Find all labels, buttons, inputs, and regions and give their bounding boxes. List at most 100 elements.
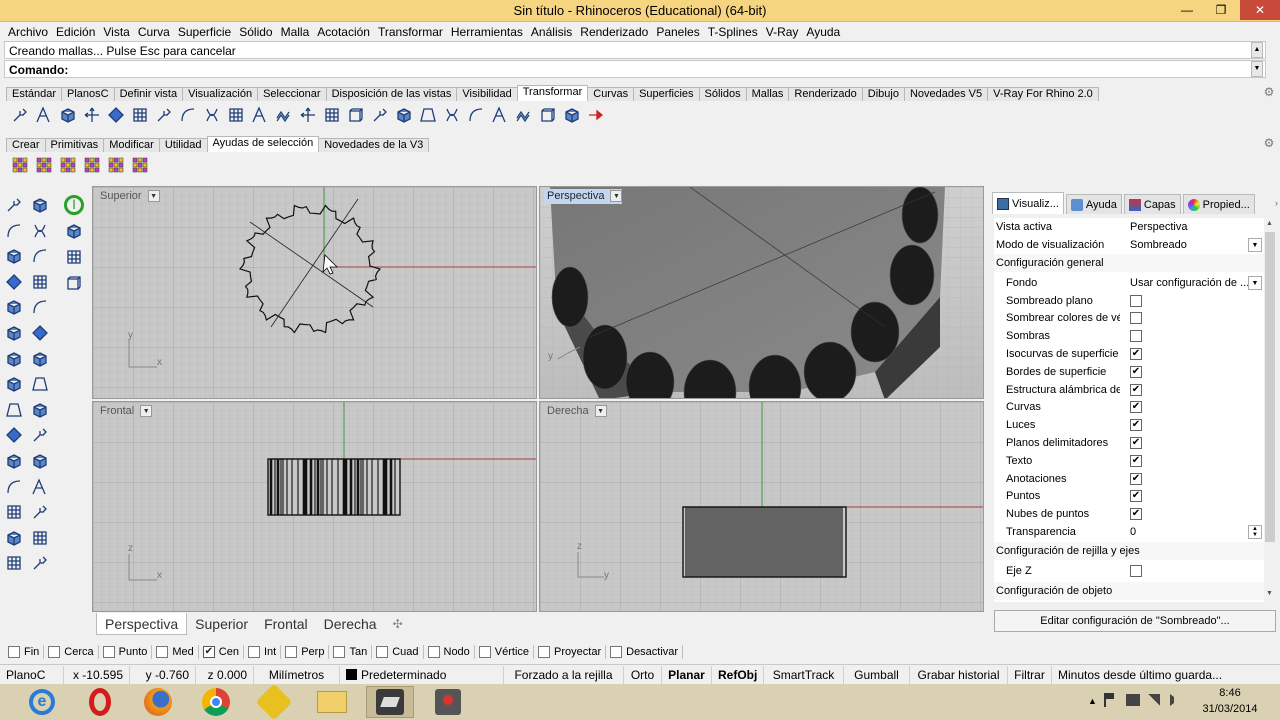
box-icon[interactable]	[2, 348, 26, 370]
rhino-icon[interactable]	[366, 686, 414, 718]
viewport-perspective[interactable]: Perspectiva ▼ y	[539, 186, 984, 399]
checkbox[interactable]	[1130, 312, 1142, 325]
firefox-icon[interactable]	[134, 686, 182, 718]
menu-solido[interactable]: Sólido	[235, 25, 276, 39]
select-surfaces-icon[interactable]	[128, 154, 152, 176]
panel-scroll-icon[interactable]: ›	[1275, 198, 1278, 208]
array-grid-icon[interactable]	[128, 104, 152, 126]
maelstrom-icon[interactable]	[536, 104, 560, 126]
osnap-checkbox[interactable]	[478, 646, 491, 658]
toolbar-tab-novedades-v5[interactable]: Novedades V5	[903, 87, 989, 101]
cylinder-icon[interactable]	[2, 373, 26, 395]
polyline-icon[interactable]	[2, 220, 26, 242]
restore-button[interactable]: ❐	[1206, 0, 1236, 20]
select-mesh-icon[interactable]	[56, 154, 80, 176]
tab-propiedades[interactable]: Propied...	[1182, 194, 1255, 214]
box-edit-icon[interactable]	[392, 104, 416, 126]
tab-derecha[interactable]: Derecha	[316, 613, 385, 635]
osnap-checkbox[interactable]	[247, 646, 260, 658]
menu-curva[interactable]: Curva	[134, 25, 174, 39]
sub-tab-modificar[interactable]: Modificar	[103, 138, 160, 152]
osnap-checkbox[interactable]	[376, 646, 389, 658]
osnap-desactivar[interactable]: Desactivar	[610, 646, 678, 658]
tab-superior[interactable]: Superior	[187, 613, 256, 635]
select-curves-icon[interactable]	[104, 154, 128, 176]
orient-icon[interactable]	[8, 104, 32, 126]
checkbox[interactable]: ✔	[1130, 472, 1142, 485]
opera-icon[interactable]	[76, 686, 124, 718]
menu-acotacion[interactable]: Acotación	[313, 25, 374, 39]
panel-scrollbar[interactable]: ▲ ▼	[1264, 218, 1276, 602]
tab-ayuda[interactable]: Ayuda	[1065, 194, 1122, 214]
toolbar-tab-solidos[interactable]: Sólidos	[698, 87, 747, 101]
app-icon[interactable]	[250, 683, 298, 720]
stretch-icon[interactable]	[440, 104, 464, 126]
osnap-checkbox[interactable]	[8, 646, 20, 658]
toolbar-tab-disposicion-de-las-vistas[interactable]: Disposición de las vistas	[325, 87, 458, 101]
explorer-icon[interactable]	[308, 686, 356, 718]
osnap-proyectar[interactable]: Proyectar	[538, 646, 601, 658]
flag-icon[interactable]	[1104, 693, 1114, 707]
splop-icon[interactable]	[512, 104, 536, 126]
toolbar-tab-definir-vista[interactable]: Definir vista	[113, 87, 184, 101]
tab-visualizacion[interactable]: Visualiz...	[992, 192, 1064, 214]
checkbox[interactable]: ✔	[1130, 401, 1142, 414]
flow-icon[interactable]	[272, 104, 296, 126]
viewport-front-label[interactable]: Frontal ▼	[97, 404, 153, 419]
osnap-cerca[interactable]: Cerca	[48, 646, 94, 658]
tab-capas[interactable]: Capas	[1123, 194, 1181, 214]
chevron-down-icon[interactable]: ▼	[594, 405, 607, 417]
osnap-punto[interactable]: Punto	[102, 646, 147, 658]
toolbar-tab-mallas[interactable]: Mallas	[745, 87, 790, 101]
prop-anotaciones[interactable]: Anotaciones ✔	[994, 470, 1264, 487]
prop-curvas[interactable]: Curvas ✔	[994, 399, 1264, 416]
volume-icon[interactable]	[1170, 694, 1182, 706]
menu-paneles[interactable]: Paneles	[652, 25, 703, 39]
curve-icon[interactable]	[28, 220, 52, 242]
add-viewport-icon[interactable]: ✣	[385, 613, 411, 635]
cage-edit-icon[interactable]	[344, 104, 368, 126]
osnap-checkbox[interactable]	[427, 646, 440, 658]
array-tool-icon[interactable]	[28, 527, 52, 549]
command-prompt[interactable]: Comando: ▼	[4, 60, 1266, 78]
menu-analisis[interactable]: Análisis	[527, 25, 576, 39]
toolbar-tab-visualizacion[interactable]: Visualización	[182, 87, 259, 101]
checkbox[interactable]: ✔	[1130, 508, 1142, 521]
toolbar-tab-seleccionar[interactable]: Seleccionar	[257, 87, 327, 101]
viewport-perspective-label[interactable]: Perspectiva ▼	[544, 189, 623, 204]
arc-icon[interactable]	[28, 245, 52, 267]
osnap-med[interactable]: Med	[156, 646, 194, 658]
status-smarttrack[interactable]: SmartTrack	[764, 665, 844, 684]
stepper-icon[interactable]: ▲ ▼	[1248, 524, 1262, 539]
remap-icon[interactable]	[584, 104, 608, 126]
checkbox[interactable]: ✔	[1130, 383, 1142, 396]
checkbox[interactable]: ✔	[1130, 490, 1142, 503]
prop-sombras[interactable]: Sombras	[994, 328, 1264, 345]
close-button[interactable]: ✕	[1240, 0, 1280, 20]
prop-isocurvas-de-superficie[interactable]: Isocurvas de superficie ✔	[994, 345, 1264, 362]
transparency-stepper[interactable]: 0 ▲ ▼	[1120, 524, 1264, 540]
polygon-icon[interactable]	[2, 271, 26, 293]
sub-tab-ayudas-de-seleccion[interactable]: Ayudas de selección	[206, 136, 320, 152]
osnap-nodo[interactable]: Nodo	[427, 646, 470, 658]
scale-tool-icon[interactable]	[28, 476, 52, 498]
menu-tsplines[interactable]: T-Splines	[704, 25, 762, 39]
tab-frontal[interactable]: Frontal	[256, 613, 316, 635]
select-arrow-icon[interactable]	[2, 194, 26, 216]
chrome-icon[interactable]	[192, 686, 240, 718]
prop-zaxis[interactable]: Eje Z	[994, 562, 1264, 579]
viewport-front[interactable]: Frontal ▼ z x	[92, 401, 537, 612]
toolbar-tab-transformar[interactable]: Transformar	[516, 85, 589, 101]
viewport-right-label[interactable]: Derecha ▼	[544, 404, 607, 419]
scroll-down-icon[interactable]: ▼	[1251, 61, 1263, 77]
status-cplane[interactable]: PlanoC	[0, 665, 64, 684]
tray-arrow-icon[interactable]: ▲	[1088, 696, 1097, 706]
section-object[interactable]: Configuración de objeto	[994, 582, 1264, 600]
rotate-icon[interactable]	[2, 476, 26, 498]
status-gumball[interactable]: Gumball	[844, 665, 910, 684]
rectangle-icon[interactable]	[28, 271, 52, 293]
rotate-box-icon[interactable]	[56, 104, 80, 126]
osnap-cen[interactable]: ✔ Cen	[202, 646, 239, 658]
puzzle-icon[interactable]	[62, 272, 86, 294]
prop-estructura-alambrica-de[interactable]: Estructura alámbrica de ... ✔	[994, 381, 1264, 398]
